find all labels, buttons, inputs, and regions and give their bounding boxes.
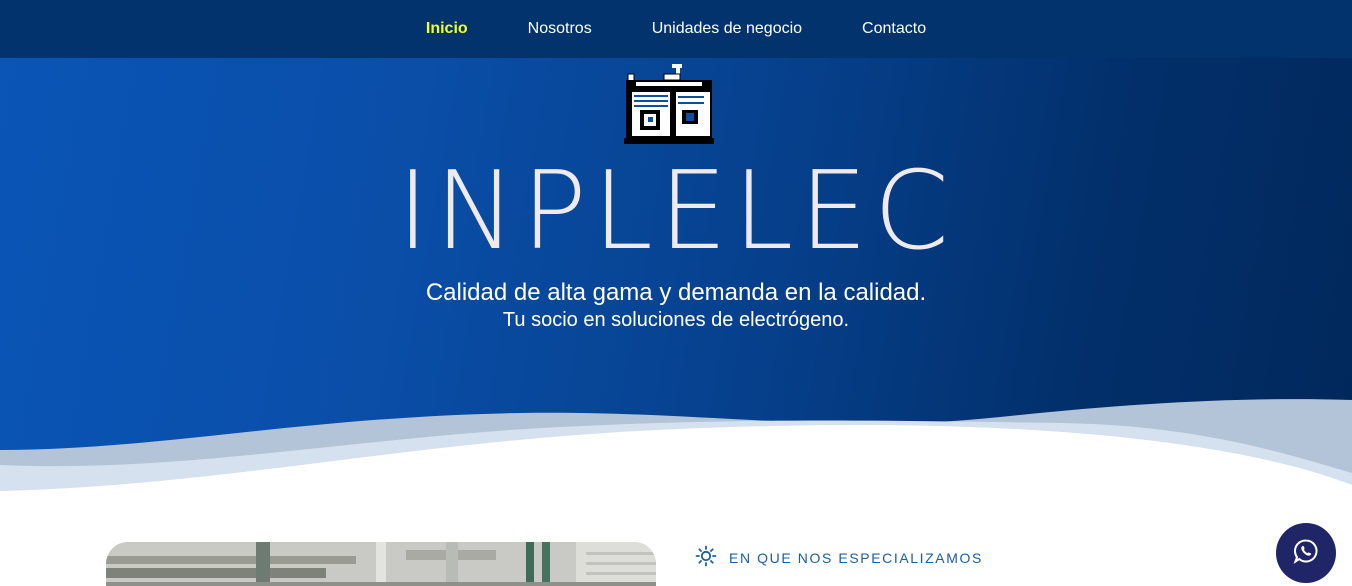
whatsapp-button[interactable]: [1276, 523, 1336, 583]
section-label: EN QUE NOS ESPECIALIZAMOS: [695, 545, 983, 572]
whatsapp-icon: [1293, 538, 1319, 569]
top-navigation: Inicio Nosotros Unidades de negocio Cont…: [0, 0, 1352, 58]
industrial-photo: [106, 542, 656, 586]
nav-link-unidades-de-negocio[interactable]: Unidades de negocio: [622, 0, 832, 58]
nav-link-nosotros[interactable]: Nosotros: [498, 0, 622, 58]
nav-link-inicio[interactable]: Inicio: [396, 0, 498, 58]
hero-tagline: Calidad de alta gama y demanda en la cal…: [425, 279, 927, 306]
generator-logo-icon: [622, 62, 714, 146]
brand-title: INPLELEC: [397, 149, 955, 274]
hero-wave-divider: [0, 399, 1352, 505]
hero-subtagline: Tu socio en soluciones de electrógeno.: [502, 309, 850, 331]
sun-icon: [695, 545, 717, 572]
section-label-text: EN QUE NOS ESPECIALIZAMOS: [729, 550, 983, 566]
nav-link-contacto[interactable]: Contacto: [832, 0, 956, 58]
